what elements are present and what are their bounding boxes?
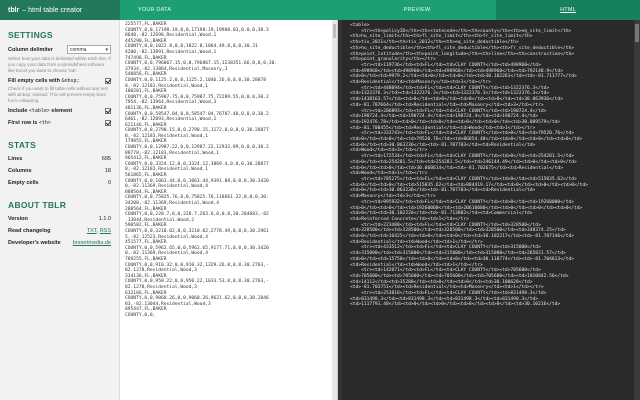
html-output-text: <table> <tr><th>policyID</th><th>stateco… bbox=[350, 23, 588, 308]
version-label: Version bbox=[8, 216, 28, 222]
first-row-code: <th> bbox=[38, 120, 51, 126]
data-input-text: 225577,FL,BAKER COUNTY,0,0,17198.19,0,0,… bbox=[125, 22, 278, 318]
top-bar: tblr – html table creator YOUR DATA PREV… bbox=[0, 0, 640, 20]
stat-empty-value: 0 bbox=[107, 180, 111, 186]
html-scrollbar-thumb[interactable] bbox=[635, 24, 639, 42]
fill-empty-text: Fill empty cells with bbox=[8, 78, 60, 84]
about-title: ABOUT TBLR bbox=[8, 200, 67, 210]
first-row-label: First row is <th> bbox=[8, 120, 51, 126]
stat-empty: Empty cells 0 bbox=[8, 180, 111, 186]
stat-empty-label: Empty cells bbox=[8, 180, 39, 186]
stat-lines: Lines 695 bbox=[8, 156, 111, 162]
html-gutter bbox=[338, 20, 342, 400]
fill-empty-row: Fill empty cells with &nbsp; bbox=[8, 78, 111, 84]
stat-columns: Columns 18 bbox=[8, 168, 111, 174]
tab-preview-label: PREVIEW bbox=[403, 7, 431, 13]
data-scrollbar-thumb[interactable] bbox=[333, 24, 336, 38]
version-value: 1.1.0 bbox=[98, 216, 111, 222]
changelog-txt-link[interactable]: TXT bbox=[87, 228, 97, 234]
tab-html-label: HTML bbox=[560, 7, 576, 13]
stat-columns-value: 18 bbox=[104, 168, 111, 174]
delimiter-row: Column delimiter comma ▾ bbox=[8, 45, 111, 54]
include-table-label: Include <table> element bbox=[8, 108, 72, 114]
stats-title: STATS bbox=[8, 140, 37, 150]
first-row-text: First row is bbox=[8, 120, 38, 126]
fill-empty-help: Check if you want to fill table cells wi… bbox=[8, 86, 108, 103]
include-code: <table> bbox=[28, 108, 50, 114]
html-scrollbar[interactable] bbox=[634, 20, 640, 400]
tab-preview[interactable]: PREVIEW bbox=[338, 0, 496, 20]
tab-your-data-label: YOUR DATA bbox=[138, 7, 172, 13]
delimiter-label: Column delimiter bbox=[8, 46, 53, 53]
app-subtitle: – html table creator bbox=[22, 6, 83, 14]
developer-link[interactable]: bnoertmedia.de bbox=[73, 240, 111, 246]
chevron-down-icon: ▾ bbox=[105, 46, 108, 53]
about-version: Version 1.1.0 bbox=[8, 216, 111, 222]
changelog-label: Read changelog bbox=[8, 228, 51, 234]
delimiter-select-value: comma bbox=[70, 46, 87, 53]
data-input-textarea[interactable]: 225577,FL,BAKER COUNTY,0,0,17198.19,0,0,… bbox=[121, 20, 338, 400]
changelog-rss-link[interactable]: RSS bbox=[100, 228, 111, 234]
first-row-row: First row is <th> bbox=[8, 120, 111, 126]
about-developer: Developer's website bnoertmedia.de bbox=[8, 240, 111, 246]
sidebar: SETTINGS Column delimiter comma ▾ Select… bbox=[0, 20, 120, 400]
include-table-row: Include <table> element bbox=[8, 108, 111, 114]
fill-empty-label: Fill empty cells with &nbsp; bbox=[8, 78, 80, 84]
delimiter-help: Select how your data is delimited within… bbox=[8, 56, 111, 73]
tab-html[interactable]: HTML bbox=[496, 0, 640, 20]
settings-title: SETTINGS bbox=[8, 30, 53, 40]
stat-lines-value: 695 bbox=[101, 156, 111, 162]
about-changelog: Read changelog TXT, RSS bbox=[8, 228, 111, 234]
html-output-panel[interactable]: <table> <tr><th>policyID</th><th>stateco… bbox=[338, 20, 640, 400]
fill-empty-code: &nbsp; bbox=[61, 78, 80, 84]
app-brand: tblr – html table creator bbox=[0, 0, 120, 20]
include-text: Include bbox=[8, 108, 28, 114]
first-row-checkbox[interactable] bbox=[105, 120, 111, 126]
delimiter-select[interactable]: comma ▾ bbox=[67, 45, 111, 54]
developer-label: Developer's website bbox=[8, 240, 61, 246]
app-name: tblr bbox=[8, 6, 20, 14]
include-table-checkbox[interactable] bbox=[105, 108, 111, 114]
stat-columns-label: Columns bbox=[8, 168, 32, 174]
data-scrollbar[interactable] bbox=[332, 20, 337, 400]
include-suffix: element bbox=[51, 108, 73, 114]
changelog-links: TXT, RSS bbox=[86, 228, 111, 234]
stat-lines-label: Lines bbox=[8, 156, 23, 162]
tab-your-data[interactable]: YOUR DATA bbox=[120, 0, 338, 20]
fill-empty-checkbox[interactable] bbox=[105, 78, 111, 84]
